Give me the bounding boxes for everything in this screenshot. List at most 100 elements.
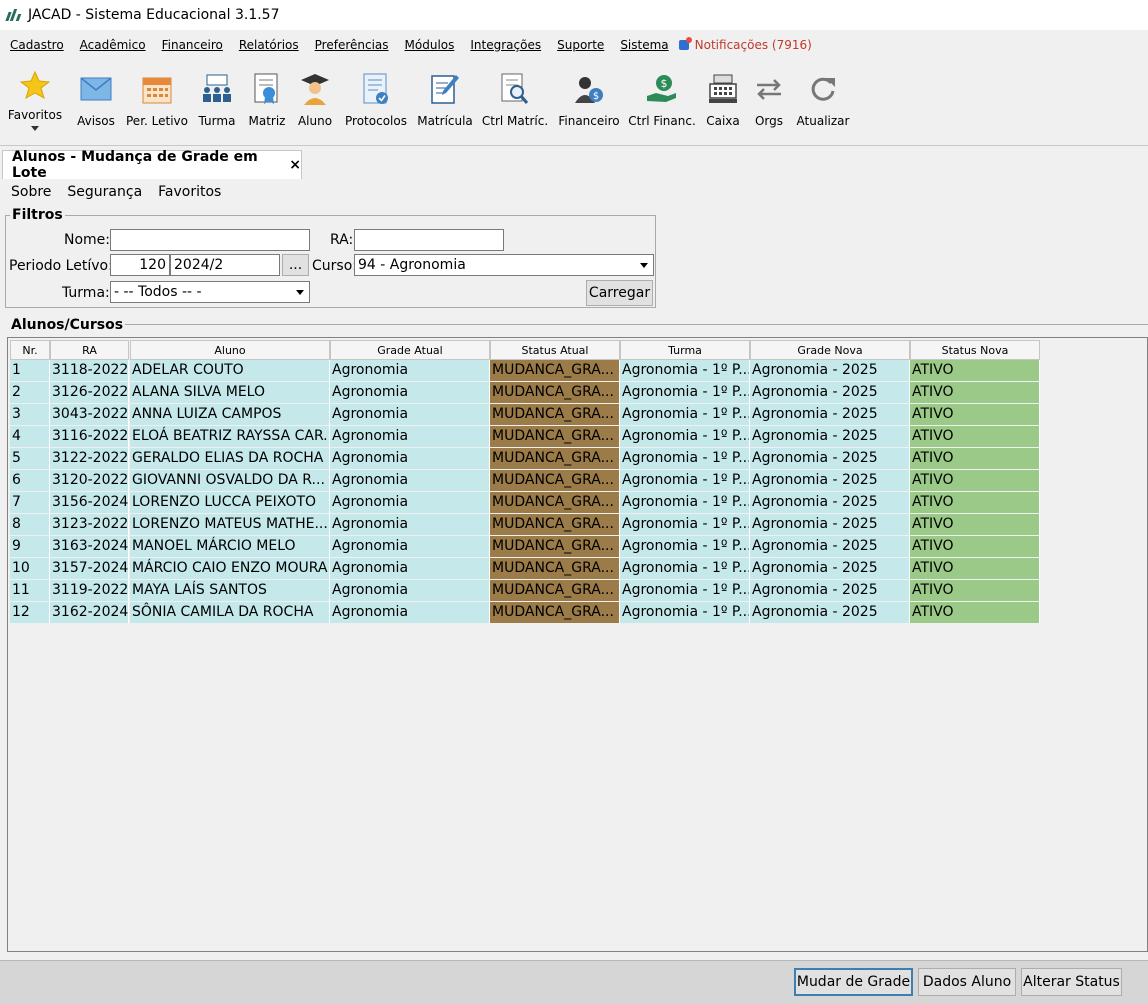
cell-status-atual: MUDANCA_GRA... — [490, 360, 620, 381]
cell-ra: 3120-2022 — [50, 470, 129, 491]
cell-aluno: ADELAR COUTO — [130, 360, 330, 381]
menu-integracoes[interactable]: Integrações — [470, 38, 541, 52]
header-col-turma[interactable]: Turma — [620, 340, 750, 360]
cell-grade-nova: Agronomia - 2025 — [750, 360, 910, 381]
tab-mudanca-grade[interactable]: Alunos - Mudança de Grade em Lote × — [2, 149, 302, 181]
chevron-down-icon[interactable] — [31, 126, 39, 131]
table-row[interactable]: 5 3122-2022 GERALDO ELIAS DA ROCHA Agronomi… — [8, 448, 1048, 470]
menu-relatorios[interactable]: Relatórios — [239, 38, 299, 52]
submenu-favoritos[interactable]: Favoritos — [158, 184, 221, 200]
table-row[interactable]: 12 3162-2024 SÔNIA CAMILA DA ROCHA Agronomi… — [8, 602, 1048, 624]
toolbar-per-letivo[interactable]: Per. Letivo — [126, 60, 188, 145]
table-row[interactable]: 11 3119-2022 MAYA LAÍS SANTOS Agronomia MUDA… — [8, 580, 1048, 602]
periodo-input[interactable]: 2024/2 — [170, 254, 280, 276]
close-icon[interactable]: × — [289, 157, 301, 173]
notifications-button[interactable]: Notificações (7916) — [678, 37, 812, 52]
toolbar-atualizar[interactable]: Atualizar — [796, 60, 850, 145]
cell-ra: 3157-2024 — [50, 558, 129, 579]
toolbar-protocolos[interactable]: Protocolos — [344, 60, 408, 145]
header-col-status-atual[interactable]: Status Atual — [490, 340, 620, 360]
toolbar-orgs[interactable]: Orgs — [752, 60, 786, 145]
carregar-button[interactable]: Carregar — [586, 280, 653, 306]
certificate-icon — [250, 72, 284, 106]
app-logo-icon — [5, 9, 22, 21]
table-row[interactable]: 10 3157-2024 MÁRCIO CAIO ENZO MOURA Agronom… — [8, 558, 1048, 580]
cell-status-atual: MUDANCA_GRA... — [490, 514, 620, 535]
toolbar-label: Ctrl Financ. — [628, 114, 696, 128]
header-col-nr[interactable]: Nr. — [10, 340, 50, 360]
cell-aluno: MANOEL MÁRCIO MELO — [130, 536, 330, 557]
cash-register-icon — [706, 72, 740, 106]
table-row[interactable]: 6 3120-2022 GIOVANNI OSVALDO DA R... Agrono… — [8, 470, 1048, 492]
cell-turma: Agronomia - 1º P... — [620, 558, 750, 579]
header-col-grade-nova[interactable]: Grade Nova — [750, 340, 910, 360]
cell-turma: Agronomia - 1º P... — [620, 404, 750, 425]
mudar-grade-button[interactable]: Mudar de Grade — [794, 968, 913, 996]
cell-aluno: MÁRCIO CAIO ENZO MOURA — [130, 558, 330, 579]
cell-status-atual: MUDANCA_GRA... — [490, 426, 620, 447]
curso-select[interactable]: 94 - Agronomia — [354, 254, 654, 276]
protocol-document-icon — [359, 72, 393, 106]
enrollment-edit-icon — [428, 72, 462, 106]
submenu-seguranca[interactable]: Segurança — [67, 184, 142, 200]
cell-grade-nova: Agronomia - 2025 — [750, 448, 910, 469]
table-row[interactable]: 2 3126-2022 ALANA SILVA MELO Agronomia MUDAN… — [8, 382, 1048, 404]
toolbar-ctrl-financ[interactable]: $ Ctrl Financ. — [628, 60, 696, 145]
turma-select[interactable]: - -- Todos -- - — [110, 281, 310, 303]
toolbar-favoritos[interactable]: Favoritos — [8, 60, 62, 145]
menu-suporte[interactable]: Suporte — [557, 38, 604, 52]
menu-preferencias[interactable]: Preferências — [315, 38, 389, 52]
ra-input[interactable] — [354, 229, 504, 251]
toolbar-label: Matrícula — [417, 114, 473, 128]
cell-grade-nova: Agronomia - 2025 — [750, 382, 910, 403]
periodo-code-input[interactable]: 120 — [110, 254, 170, 276]
header-col-ra[interactable]: RA — [50, 340, 129, 360]
menu-sistema[interactable]: Sistema — [620, 38, 668, 52]
cell-grade-atual: Agronomia — [330, 360, 490, 381]
toolbar-matricula[interactable]: Matrícula — [417, 60, 473, 145]
toolbar-label: Aluno — [297, 114, 333, 128]
toolbar-financeiro[interactable]: $ Financeiro — [558, 60, 620, 145]
svg-text:$: $ — [661, 77, 668, 90]
nome-label: Nome: — [64, 232, 111, 248]
dados-aluno-button[interactable]: Dados Aluno — [918, 968, 1016, 996]
table-row[interactable]: 4 3116-2022 ELOÁ BEATRIZ RAYSSA CAR... Agro… — [8, 426, 1048, 448]
toolbar-ctrl-matric[interactable]: Ctrl Matríc. — [482, 60, 548, 145]
cell-ra: 3116-2022 — [50, 426, 129, 447]
cell-turma: Agronomia - 1º P... — [620, 536, 750, 557]
nome-input[interactable] — [110, 229, 310, 251]
menu-academico[interactable]: Acadêmico — [80, 38, 146, 52]
toolbar-turma[interactable]: Turma — [198, 60, 236, 145]
cell-aluno: SÔNIA CAMILA DA ROCHA — [130, 602, 330, 623]
cell-turma: Agronomia - 1º P... — [620, 580, 750, 601]
table-row[interactable]: 9 3163-2024 MANOEL MÁRCIO MELO Agronomia MUD… — [8, 536, 1048, 558]
cell-aluno: LORENZO LUCCA PEIXOTO — [130, 492, 330, 513]
toolbar-aluno[interactable]: Aluno — [296, 60, 334, 145]
header-col-aluno[interactable]: Aluno — [130, 340, 330, 360]
menu-modulos[interactable]: Módulos — [405, 38, 455, 52]
header-col-grade-atual[interactable]: Grade Atual — [330, 340, 490, 360]
table-row[interactable]: 7 3156-2024 LORENZO LUCCA PEIXOTO Agronomia… — [8, 492, 1048, 514]
chevron-down-icon — [296, 290, 304, 295]
toolbar-label: Matriz — [248, 114, 286, 128]
toolbar-label: Favoritos — [7, 108, 63, 122]
menu-financeiro[interactable]: Financeiro — [162, 38, 223, 52]
cell-status-nova: ATIVO — [910, 426, 1040, 447]
menu-cadastro[interactable]: Cadastro — [10, 38, 64, 52]
table-row[interactable]: 3 3043-2022 ANNA LUIZA CAMPOS Agronomia MUDA… — [8, 404, 1048, 426]
table-row[interactable]: 1 3118-2022 ADELAR COUTO Agronomia MUDANCA_G… — [8, 360, 1048, 382]
periodo-lookup-button[interactable]: ... — [282, 254, 309, 276]
star-icon — [18, 68, 52, 102]
toolbar-caixa[interactable]: Caixa — [704, 60, 742, 145]
toolbar-matriz[interactable]: Matriz — [248, 60, 286, 145]
cell-aluno: GERALDO ELIAS DA ROCHA — [130, 448, 330, 469]
cell-turma: Agronomia - 1º P... — [620, 426, 750, 447]
table-row[interactable]: 8 3123-2022 LORENZO MATEUS MATHE... Agronom… — [8, 514, 1048, 536]
submenu-sobre[interactable]: Sobre — [11, 184, 51, 200]
header-col-status-nova[interactable]: Status Nova — [910, 340, 1040, 360]
cell-grade-nova: Agronomia - 2025 — [750, 558, 910, 579]
toolbar-avisos[interactable]: Avisos — [76, 60, 116, 145]
curso-value: 94 - Agronomia — [358, 257, 466, 273]
alterar-status-button[interactable]: Alterar Status — [1021, 968, 1122, 996]
cell-grade-atual: Agronomia — [330, 558, 490, 579]
